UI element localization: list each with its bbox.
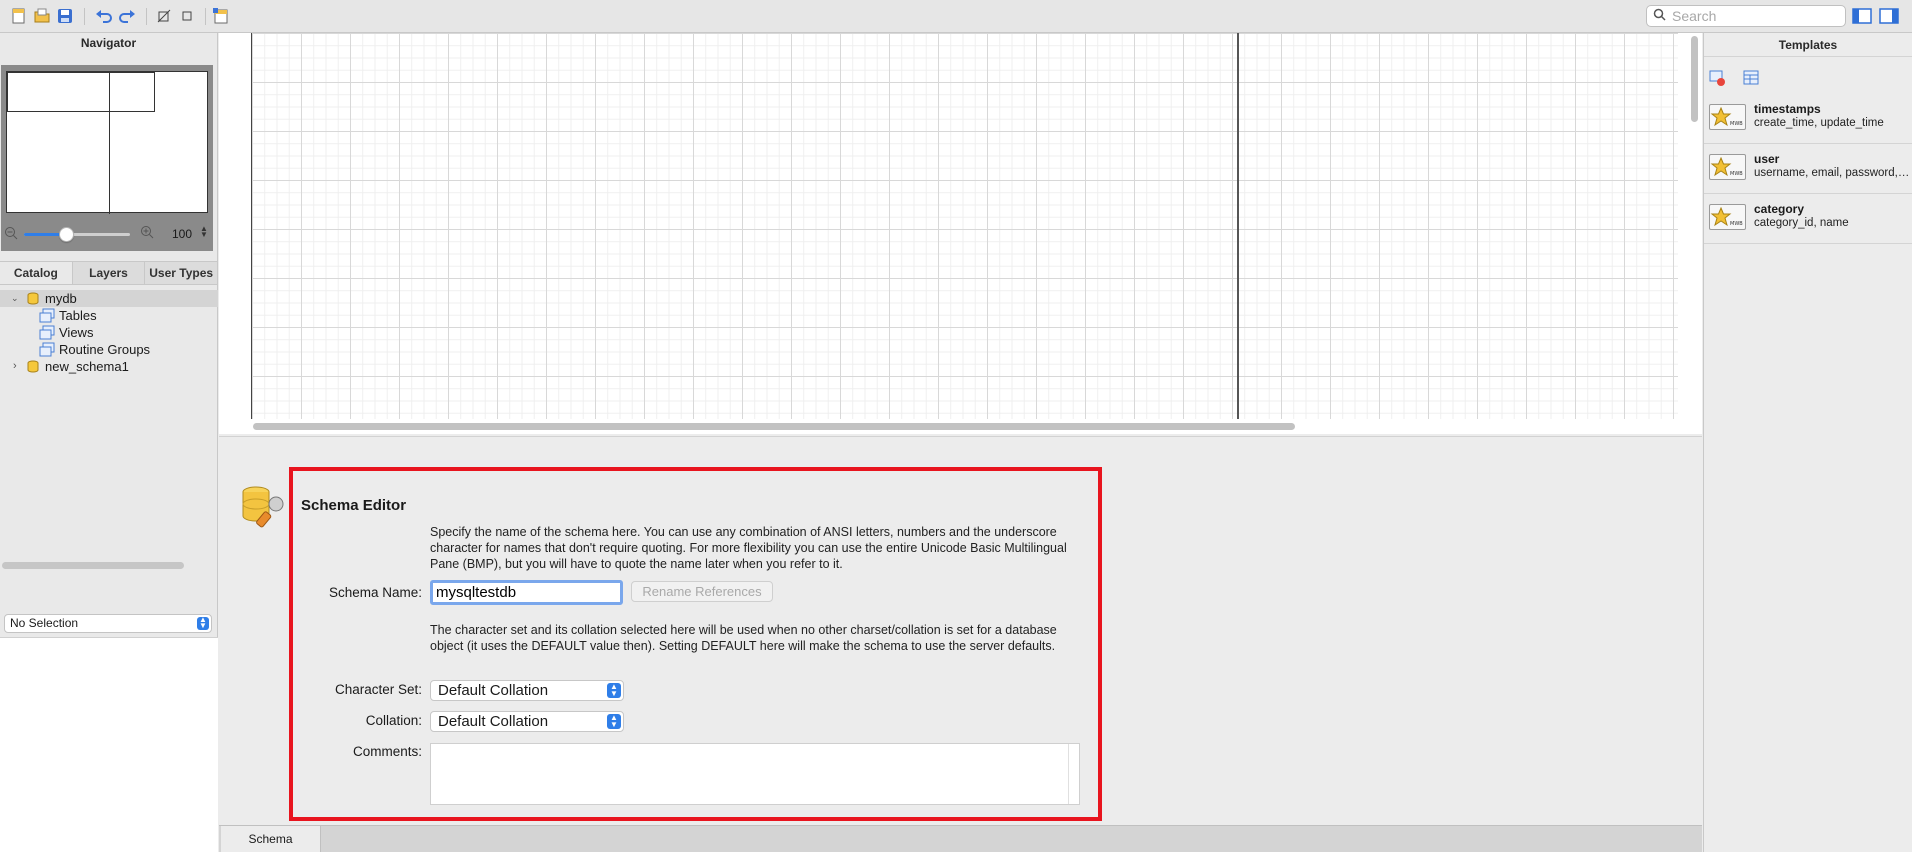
toggle-left-sidebar-icon[interactable] <box>1852 6 1872 26</box>
zoom-controls: 100 ▲ ▼ <box>0 223 218 245</box>
align-icon[interactable] <box>177 6 197 26</box>
chevron-updown-icon: ▲ ▼ <box>607 714 621 729</box>
chevron-right-icon[interactable]: › <box>13 358 17 375</box>
canvas-vertical-scrollbar[interactable] <box>1691 36 1698 122</box>
tree-item-label: Views <box>59 325 94 340</box>
tree-item-routine-groups[interactable]: Routine Groups <box>0 341 218 358</box>
zoom-in-icon[interactable] <box>140 225 155 243</box>
tab-user-types[interactable]: User Types <box>145 262 219 284</box>
zoom-value[interactable]: 100 <box>172 227 192 241</box>
navigator-viewport[interactable] <box>7 72 155 112</box>
zoom-stepper-icon[interactable]: ▲ ▼ <box>200 225 208 239</box>
selection-dropdown[interactable]: No Selection ▲ ▼ <box>4 614 212 633</box>
schema-editor-title: Schema Editor <box>301 497 407 514</box>
svg-text:MWB: MWB <box>1730 171 1743 177</box>
canvas-horizontal-scrollbar[interactable] <box>253 423 1295 430</box>
svg-text:MWB: MWB <box>1730 221 1743 227</box>
navigator-canvas[interactable] <box>6 71 208 214</box>
tab-layers[interactable]: Layers <box>73 262 146 284</box>
tree-item-label: Tables <box>59 308 97 323</box>
tree-item-views[interactable]: Views <box>0 324 218 341</box>
character-set-value: Default Collation <box>438 682 549 699</box>
comments-textarea[interactable] <box>430 743 1080 805</box>
zoom-slider[interactable] <box>24 227 130 242</box>
tree-item-mydb[interactable]: ⌄ mydb <box>0 290 218 307</box>
catalog-tabs: Catalog Layers User Types <box>0 261 219 285</box>
table-template-icon[interactable] <box>1742 69 1760 90</box>
toolbar-separator <box>205 8 206 25</box>
save-icon[interactable] <box>55 6 75 26</box>
collation-value: Default Collation <box>438 713 549 730</box>
add-template-icon[interactable] <box>1708 69 1726 90</box>
search-input[interactable] <box>1672 8 1832 24</box>
template-star-icon: MWB <box>1709 154 1746 180</box>
chevron-updown-icon: ▲ ▼ <box>197 616 209 630</box>
template-name: category <box>1754 202 1805 216</box>
template-item-category[interactable]: MWB category category_id, name <box>1704 194 1912 244</box>
new-document-icon[interactable] <box>9 6 29 26</box>
selection-dropdown-value: No Selection <box>10 616 79 630</box>
toggle-grid-icon[interactable] <box>154 6 174 26</box>
schema-name-label: Schema Name: <box>328 585 422 600</box>
template-fields: create_time, update_time <box>1754 117 1884 129</box>
rename-references-button[interactable]: Rename References <box>631 581 773 602</box>
undo-icon[interactable] <box>94 6 114 26</box>
editor-tab-bar: Schema <box>219 825 1702 852</box>
collation-label: Collation: <box>365 713 422 728</box>
toolbar-separator <box>146 8 147 25</box>
chevron-down-icon[interactable]: ⌄ <box>11 290 19 307</box>
search-icon <box>1653 8 1666 24</box>
comments-label: Comments: <box>352 744 422 759</box>
toggle-right-sidebar-icon[interactable] <box>1879 6 1899 26</box>
tab-catalog[interactable]: Catalog <box>0 262 73 284</box>
template-name: user <box>1754 152 1780 166</box>
catalog-tree: ⌄ mydb Tables Views Routine Groups › new… <box>0 290 218 375</box>
template-fields: username, email, password, cr... <box>1754 167 1912 179</box>
template-name: timestamps <box>1754 102 1821 116</box>
template-item-user[interactable]: MWB user username, email, password, cr..… <box>1704 144 1912 194</box>
tree-item-label: mydb <box>45 291 77 306</box>
comments-scrollbar-divider <box>1068 744 1069 804</box>
tree-item-label: Routine Groups <box>59 342 151 357</box>
left-sidebar: Navigator 100 ▲ ▼ Catalog Layers User Typ… <box>0 33 219 852</box>
navigator-page-line <box>109 72 110 214</box>
properties-panel <box>0 637 218 852</box>
zoom-out-icon[interactable] <box>4 226 18 243</box>
charset-description: The character set and its collation sele… <box>430 623 1057 653</box>
new-diagram-icon[interactable] <box>211 6 231 26</box>
character-set-label: Character Set: <box>334 682 422 697</box>
template-star-icon: MWB <box>1709 104 1746 130</box>
toolbar-separator <box>84 8 85 25</box>
database-icon <box>27 360 39 377</box>
zoom-slider-knob[interactable] <box>59 227 75 242</box>
template-fields: category_id, name <box>1754 217 1849 229</box>
main-toolbar <box>0 0 1912 33</box>
templates-title: Templates <box>1704 33 1912 57</box>
templates-panel: Templates MWB timestamps create_time, up… <box>1703 33 1912 852</box>
tree-item-new-schema1[interactable]: › new_schema1 <box>0 358 218 375</box>
tree-item-label: new_schema1 <box>45 359 129 374</box>
diagram-grid[interactable] <box>251 33 1678 419</box>
tab-schema[interactable]: Schema <box>221 826 321 852</box>
schema-name-description: Specify the name of the schema here. You… <box>430 525 1067 571</box>
template-star-icon: MWB <box>1709 204 1746 230</box>
redo-icon[interactable] <box>117 6 137 26</box>
open-folder-icon[interactable] <box>32 6 52 26</box>
character-set-dropdown[interactable]: Default Collation ▲ ▼ <box>430 680 624 701</box>
page-boundary-line <box>1237 33 1239 419</box>
schema-name-input[interactable] <box>430 580 623 605</box>
tree-item-tables[interactable]: Tables <box>0 307 218 324</box>
chevron-updown-icon: ▲ ▼ <box>607 683 621 698</box>
templates-toolbar <box>1704 63 1912 93</box>
search-field[interactable] <box>1646 5 1846 27</box>
collation-dropdown[interactable]: Default Collation ▲ ▼ <box>430 711 624 732</box>
sidebar-horizontal-scrollbar[interactable] <box>2 562 184 569</box>
diagram-canvas[interactable] <box>219 33 1702 434</box>
schema-database-icon <box>240 484 288 528</box>
template-item-timestamps[interactable]: MWB timestamps create_time, update_time <box>1704 94 1912 144</box>
svg-text:MWB: MWB <box>1730 121 1743 127</box>
navigator-title: Navigator <box>80 36 137 50</box>
